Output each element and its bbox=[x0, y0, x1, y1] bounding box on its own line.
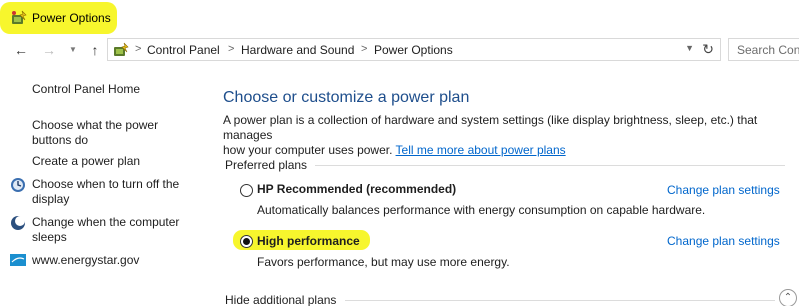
sidebar-item-label: Choose what the power bbox=[32, 118, 159, 132]
main-content: Choose or customize a power plan A power… bbox=[205, 64, 799, 306]
breadcrumb-hardware-and-sound[interactable]: Hardware and Sound bbox=[241, 43, 354, 57]
breadcrumb-control-panel[interactable]: Control Panel bbox=[147, 43, 220, 57]
refresh-icon[interactable]: ↻ bbox=[702, 41, 714, 58]
intro-line: A power plan is a collection of hardware… bbox=[223, 113, 758, 142]
up-arrow-icon[interactable]: ↑ bbox=[86, 41, 104, 59]
radio-selected-dot bbox=[243, 238, 250, 245]
control-panel-icon bbox=[114, 42, 129, 56]
navigation-bar: ← → ▼ ↑ > Control Panel > Hardware and S… bbox=[0, 36, 799, 64]
plan-description: Automatically balances performance with … bbox=[257, 203, 706, 217]
sidebar-item-turn-off-display[interactable]: Choose when to turn off the display bbox=[32, 177, 179, 207]
sidebar-item-label: Change when the computer bbox=[32, 215, 180, 229]
chevron-up-icon[interactable]: ⌃ bbox=[779, 289, 797, 306]
preferred-plans-label: Preferred plans bbox=[225, 158, 308, 172]
change-plan-settings-link[interactable]: Change plan settings bbox=[667, 183, 780, 197]
plan-description: Favors performance, but may use more ene… bbox=[257, 255, 510, 269]
search-placeholder: Search Con bbox=[737, 43, 799, 57]
energystar-icon bbox=[10, 254, 26, 266]
sidebar-item-label: Choose when to turn off the bbox=[32, 177, 180, 191]
sidebar-item-create-plan[interactable]: Create a power plan bbox=[32, 154, 140, 169]
address-chevron-down-icon[interactable]: ▼ bbox=[685, 43, 694, 53]
title-bar: Power Options bbox=[0, 0, 799, 36]
sidebar-item-power-buttons[interactable]: Choose what the power buttons do bbox=[32, 118, 158, 148]
change-plan-settings-link[interactable]: Change plan settings bbox=[667, 234, 780, 248]
breadcrumb-separator: > bbox=[135, 43, 142, 55]
search-input[interactable]: Search Con bbox=[728, 38, 799, 61]
intro-line: how your computer uses power. bbox=[223, 143, 393, 157]
breadcrumb-separator: > bbox=[361, 43, 368, 55]
window-title: Power Options bbox=[32, 11, 111, 25]
divider bbox=[345, 300, 775, 301]
recent-locations-chevron-down-icon[interactable]: ▼ bbox=[64, 41, 82, 59]
forward-arrow-icon[interactable]: → bbox=[40, 41, 58, 59]
plan-name-high-performance[interactable]: High performance bbox=[257, 234, 360, 248]
divider bbox=[315, 165, 785, 166]
sidebar-item-control-panel-home[interactable]: Control Panel Home bbox=[32, 82, 140, 97]
tell-me-more-link[interactable]: Tell me more about power plans bbox=[396, 143, 566, 157]
breadcrumb-separator: > bbox=[228, 43, 235, 55]
power-options-icon bbox=[12, 10, 27, 24]
hide-additional-plans-label[interactable]: Hide additional plans bbox=[225, 293, 336, 306]
display-icon bbox=[11, 178, 25, 192]
sidebar-item-label: sleeps bbox=[32, 230, 67, 244]
sleep-moon-icon bbox=[11, 216, 25, 230]
sidebar-item-energystar[interactable]: www.energystar.gov bbox=[32, 253, 139, 268]
plan-name-hp-recommended[interactable]: HP Recommended (recommended) bbox=[257, 182, 456, 196]
intro-text: A power plan is a collection of hardware… bbox=[223, 113, 799, 158]
plan-radio-high-performance[interactable] bbox=[240, 235, 253, 248]
sidebar-item-computer-sleeps[interactable]: Change when the computer sleeps bbox=[32, 215, 179, 245]
page-title: Choose or customize a power plan bbox=[223, 89, 470, 106]
sidebar-item-label: display bbox=[32, 192, 70, 206]
sidebar-item-label: buttons do bbox=[32, 133, 89, 147]
back-arrow-icon[interactable]: ← bbox=[12, 41, 30, 59]
plan-radio-hp-recommended[interactable] bbox=[240, 184, 253, 197]
address-bar[interactable]: > Control Panel > Hardware and Sound > P… bbox=[107, 38, 721, 61]
sidebar: Control Panel Home Choose what the power… bbox=[0, 64, 205, 306]
breadcrumb-power-options[interactable]: Power Options bbox=[374, 43, 453, 57]
